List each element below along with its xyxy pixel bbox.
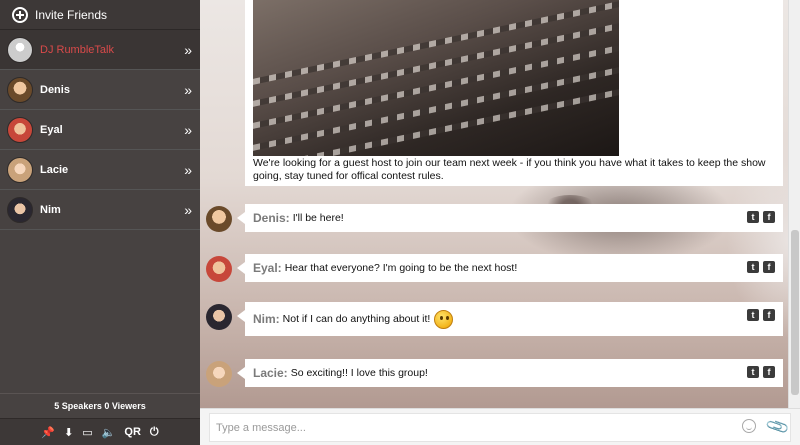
- download-icon[interactable]: ⬇: [64, 426, 73, 439]
- facebook-icon[interactable]: f: [763, 366, 775, 378]
- announcement-post: We're looking for a guest host to join o…: [245, 0, 783, 186]
- message-text: Not if I can do anything about it!: [282, 313, 431, 325]
- facebook-icon[interactable]: f: [763, 261, 775, 273]
- sidebar: Invite Friends DJ RumbleTalk » Denis » E…: [0, 0, 200, 445]
- avatar[interactable]: [206, 361, 232, 387]
- qr-icon[interactable]: QR: [124, 426, 141, 438]
- tongue-emoji-icon: [434, 309, 454, 329]
- share-buttons: t f: [747, 211, 775, 223]
- invite-friends-label: Invite Friends: [35, 7, 108, 22]
- chat-message: Lacie: So exciting!! I love this group! …: [200, 357, 788, 393]
- avatar: [7, 36, 33, 63]
- share-buttons: t f: [747, 366, 775, 378]
- chat-message: Denis: I'll be here! t f: [200, 202, 788, 238]
- user-name: Nim: [40, 203, 61, 216]
- user-item-lacie[interactable]: Lacie »: [0, 150, 200, 190]
- message-input-bar: 📎: [200, 408, 800, 445]
- message-bubble: Nim: Not if I can do anything about it! …: [237, 302, 783, 336]
- message-author[interactable]: Eyal:: [253, 261, 282, 275]
- user-name: Lacie: [40, 163, 69, 176]
- share-buttons: t f: [747, 261, 775, 273]
- chevron-right-icon[interactable]: »: [184, 82, 192, 98]
- message-bubble: Eyal: Hear that everyone? I'm going to b…: [237, 254, 783, 282]
- share-buttons: t f: [747, 309, 775, 321]
- chevron-right-icon[interactable]: »: [184, 122, 192, 138]
- message-text: I'll be here!: [292, 212, 344, 224]
- twitter-icon[interactable]: t: [747, 366, 759, 378]
- user-item-denis[interactable]: Denis »: [0, 70, 200, 110]
- scroll-thumb[interactable]: [791, 230, 799, 395]
- emoji-picker-icon[interactable]: [742, 419, 756, 433]
- audience-count: 5 Speakers 0 Viewers: [0, 393, 200, 419]
- user-item-dj-rumbletalk[interactable]: DJ RumbleTalk »: [0, 30, 200, 70]
- avatar: [7, 156, 33, 183]
- avatar[interactable]: [206, 256, 232, 282]
- chat-scrollbar[interactable]: [788, 0, 800, 408]
- message-bubble: Lacie: So exciting!! I love this group! …: [237, 359, 783, 387]
- facebook-icon[interactable]: f: [763, 309, 775, 321]
- user-name: Denis: [40, 83, 70, 96]
- user-item-nim[interactable]: Nim »: [0, 190, 200, 230]
- mixing-console-image: [253, 0, 619, 156]
- avatar[interactable]: [206, 304, 232, 330]
- chevron-right-icon[interactable]: »: [184, 42, 192, 58]
- message-input[interactable]: [209, 413, 791, 442]
- sidebar-footer: 5 Speakers 0 Viewers 📌 ⬇ ▭ 🔈 QR ⏻: [0, 393, 200, 445]
- plus-circle-icon: [12, 6, 28, 23]
- twitter-icon[interactable]: t: [747, 309, 759, 321]
- announcement-text: We're looking for a guest host to join o…: [253, 157, 766, 182]
- chevron-right-icon[interactable]: »: [184, 202, 192, 218]
- pin-icon[interactable]: 📌: [41, 426, 55, 439]
- user-list: DJ RumbleTalk » Denis » Eyal » Lacie » N…: [0, 30, 200, 230]
- message-text: Hear that everyone? I'm going to be the …: [284, 262, 518, 274]
- message-text: So exciting!! I love this group!: [290, 367, 428, 379]
- avatar: [7, 196, 33, 223]
- message-author[interactable]: Lacie:: [253, 366, 288, 380]
- message-author[interactable]: Nim:: [253, 312, 280, 326]
- twitter-icon[interactable]: t: [747, 261, 759, 273]
- toolbar: 📌 ⬇ ▭ 🔈 QR ⏻: [0, 419, 200, 445]
- power-icon[interactable]: ⏻: [150, 426, 159, 439]
- twitter-icon[interactable]: t: [747, 211, 759, 223]
- chat-message: Nim: Not if I can do anything about it! …: [200, 300, 788, 340]
- volume-icon[interactable]: 🔈: [102, 426, 116, 439]
- chat-panel: We're looking for a guest host to join o…: [200, 0, 788, 408]
- message-bubble: Denis: I'll be here! t f: [237, 204, 783, 232]
- invite-friends-button[interactable]: Invite Friends: [0, 0, 200, 30]
- avatar: [7, 76, 33, 103]
- avatar: [7, 116, 33, 143]
- user-name: Eyal: [40, 123, 63, 136]
- chevron-right-icon[interactable]: »: [184, 162, 192, 178]
- user-name: DJ RumbleTalk: [40, 43, 114, 56]
- window-icon[interactable]: ▭: [82, 426, 92, 439]
- avatar[interactable]: [206, 206, 232, 232]
- message-author[interactable]: Denis:: [253, 211, 290, 225]
- chat-message: Eyal: Hear that everyone? I'm going to b…: [200, 252, 788, 288]
- facebook-icon[interactable]: f: [763, 211, 775, 223]
- user-item-eyal[interactable]: Eyal »: [0, 110, 200, 150]
